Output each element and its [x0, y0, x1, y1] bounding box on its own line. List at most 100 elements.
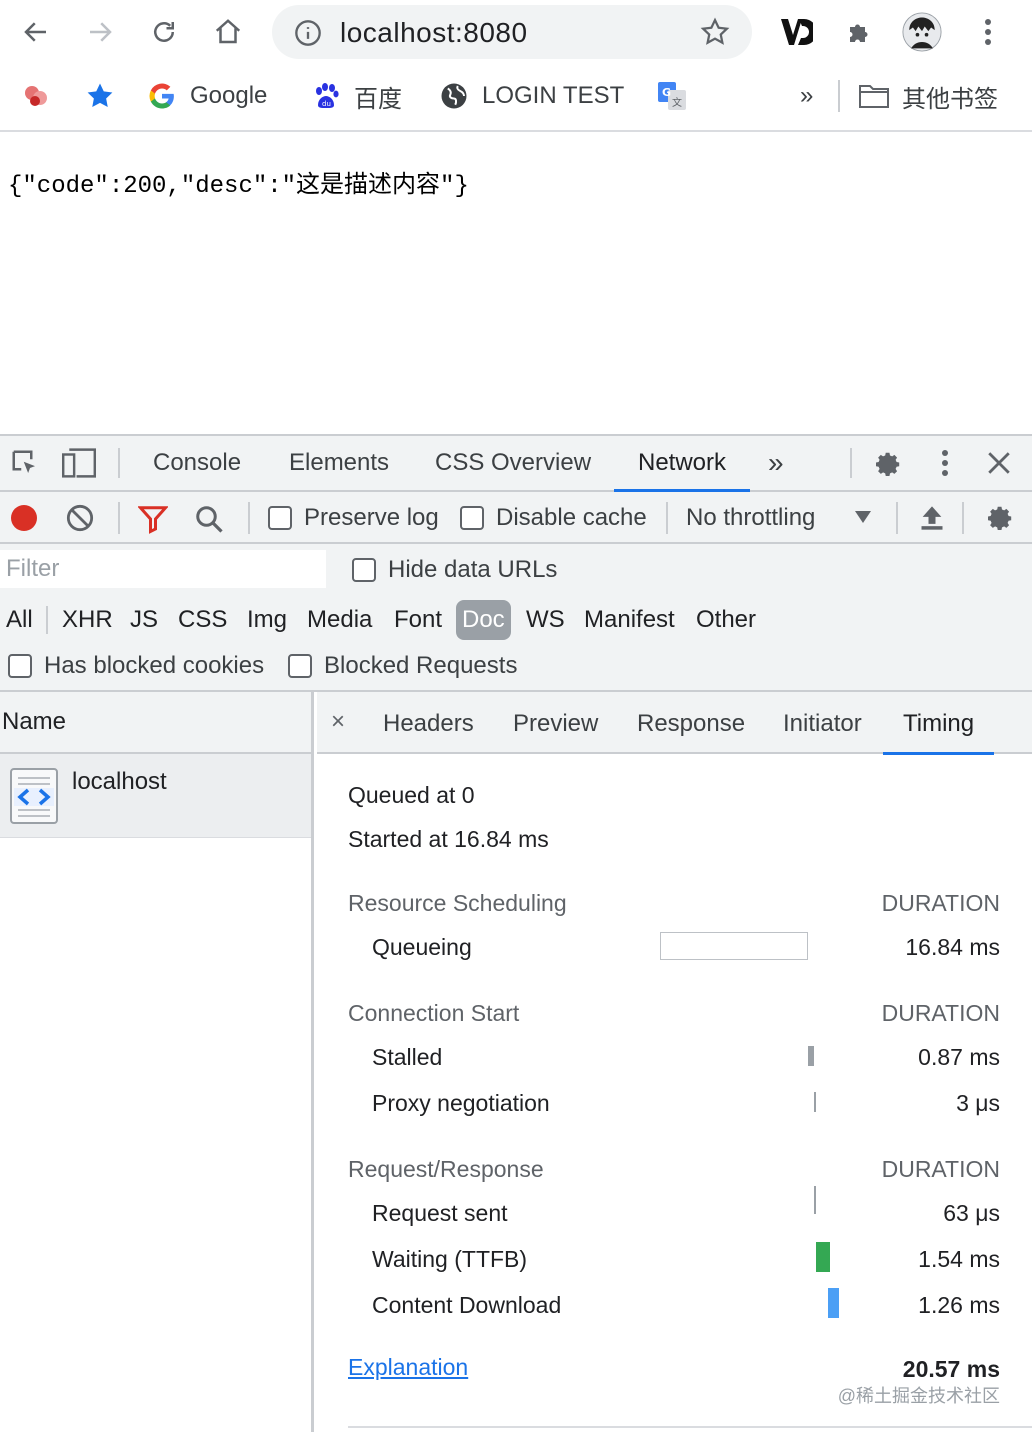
disable-cache-checkbox[interactable]: Disable cache [460, 504, 647, 532]
tab-response[interactable]: Response [637, 710, 745, 738]
detail-tab-bar: × Headers Preview Response Initiator Tim… [317, 692, 1032, 755]
bookmark-item[interactable] [20, 78, 64, 114]
bookmark-label: Google [190, 82, 268, 109]
google-translate-icon: G文 [656, 80, 688, 112]
filter-type-manifest[interactable]: Manifest [584, 600, 675, 640]
filter-type-ws[interactable]: WS [526, 600, 565, 640]
dropdown-triangle-icon[interactable] [854, 510, 872, 529]
table-row[interactable]: localhost [0, 754, 311, 838]
section-title-connection-start: Connection Start [348, 1000, 520, 1026]
bookmark-google[interactable]: Google [146, 78, 267, 114]
divider [666, 502, 668, 534]
address-bar[interactable]: localhost:8080 [272, 5, 752, 59]
extension-vd-button[interactable] [776, 12, 816, 52]
bookmark-item[interactable] [84, 78, 128, 114]
explanation-link[interactable]: Explanation [348, 1354, 468, 1381]
network-settings-gear-icon[interactable] [984, 502, 1016, 539]
checkbox-box[interactable] [352, 558, 376, 582]
filter-type-js[interactable]: JS [130, 600, 158, 640]
vd-logo-icon [781, 19, 813, 45]
filter-type-img[interactable]: Img [247, 600, 287, 640]
timing-row-label: Stalled [372, 1044, 443, 1070]
filter-funnel-icon[interactable] [137, 504, 169, 539]
bookmark-star-icon [84, 80, 116, 112]
close-detail-icon[interactable]: × [331, 708, 345, 736]
preserve-log-checkbox[interactable]: Preserve log [268, 504, 439, 532]
checkbox-box[interactable] [8, 654, 32, 678]
has-blocked-cookies-checkbox[interactable]: Has blocked cookies [8, 652, 264, 680]
tab-preview[interactable]: Preview [513, 710, 598, 738]
bookmark-login-test[interactable]: LOGIN TEST [438, 78, 624, 114]
home-button[interactable] [208, 12, 248, 52]
import-har-icon[interactable] [918, 504, 946, 537]
filter-type-xhr[interactable]: XHR [62, 600, 113, 640]
queued-at-text: Queued at 0 [348, 782, 475, 808]
filter-type-other[interactable]: Other [696, 600, 756, 640]
checkbox-box[interactable] [288, 654, 312, 678]
url-text[interactable]: localhost:8080 [340, 17, 528, 49]
folder-icon [858, 80, 890, 112]
device-toolbar-icon[interactable] [62, 448, 96, 483]
tab-console[interactable]: Console [153, 436, 241, 490]
bookmark-folder-other[interactable]: 其他书签 [858, 78, 998, 114]
tab-elements[interactable]: Elements [289, 436, 389, 490]
profile-avatar[interactable] [902, 12, 942, 52]
more-tabs-button[interactable]: » [768, 436, 784, 490]
request-name: localhost [72, 768, 167, 795]
search-icon[interactable] [194, 504, 224, 539]
tab-headers[interactable]: Headers [383, 710, 474, 738]
timing-row-label: Queueing [372, 934, 472, 960]
forward-button[interactable] [80, 12, 120, 52]
checkbox-box[interactable] [268, 506, 292, 530]
bookmark-label: 百度 [354, 85, 402, 113]
stalled-bar [808, 1046, 814, 1066]
timing-row-value: 16.84 ms [905, 934, 1000, 960]
network-split-view: Name localhost × Headers Preview Respons… [0, 692, 1032, 1432]
hide-data-urls-checkbox[interactable]: Hide data URLs [352, 556, 557, 584]
reload-button[interactable] [144, 12, 184, 52]
filter-type-media[interactable]: Media [307, 600, 372, 640]
arrow-right-icon [90, 22, 112, 42]
request-detail-pane: × Headers Preview Response Initiator Tim… [317, 692, 1032, 1432]
timing-row-label: Proxy negotiation [372, 1090, 550, 1116]
throttling-select[interactable]: No throttling [686, 504, 815, 532]
bookmarks-overflow-button[interactable]: » [800, 78, 813, 114]
tab-css-overview[interactable]: CSS Overview [435, 436, 591, 490]
divider [46, 606, 48, 634]
timing-row-label: Request sent [372, 1200, 508, 1226]
name-column-header[interactable]: Name [0, 692, 311, 754]
back-button[interactable] [16, 12, 56, 52]
tab-network[interactable]: Network [613, 436, 751, 492]
section-title-request-response: Request/Response [348, 1156, 544, 1182]
tab-initiator[interactable]: Initiator [783, 710, 862, 738]
home-icon [215, 19, 241, 44]
settings-gear-icon[interactable] [872, 448, 904, 485]
filter-type-css[interactable]: CSS [178, 600, 227, 640]
filter-type-all[interactable]: All [6, 600, 33, 640]
started-at-text: Started at 16.84 ms [348, 826, 549, 852]
globe-icon [438, 80, 470, 112]
site-info-icon[interactable] [294, 19, 322, 52]
bookmark-baidu[interactable]: du 百度 [310, 78, 402, 114]
divider [962, 502, 964, 534]
duration-header: DURATION [881, 1000, 1000, 1026]
close-devtools-icon[interactable] [986, 450, 1012, 481]
filter-type-doc[interactable]: Doc [456, 600, 511, 640]
hide-data-urls-label: Hide data URLs [388, 556, 558, 583]
devtools-menu-icon[interactable] [940, 448, 950, 483]
extensions-button[interactable] [840, 12, 880, 52]
browser-toolbar: localhost:8080 [0, 0, 1032, 64]
clear-icon[interactable] [66, 504, 94, 537]
filter-type-font[interactable]: Font [394, 600, 442, 640]
record-button-icon[interactable] [10, 504, 38, 537]
inspect-element-icon[interactable] [10, 448, 40, 483]
filter-input[interactable] [0, 550, 326, 588]
checkbox-box[interactable] [460, 506, 484, 530]
duration-header: DURATION [881, 890, 1000, 916]
overflow-label: » [800, 82, 814, 109]
bookmark-star-icon[interactable] [700, 17, 730, 52]
blocked-requests-checkbox[interactable]: Blocked Requests [288, 652, 517, 680]
tab-timing[interactable]: Timing [882, 710, 995, 755]
browser-menu-button[interactable] [968, 12, 1008, 52]
bookmark-item[interactable]: G文 [656, 78, 700, 114]
